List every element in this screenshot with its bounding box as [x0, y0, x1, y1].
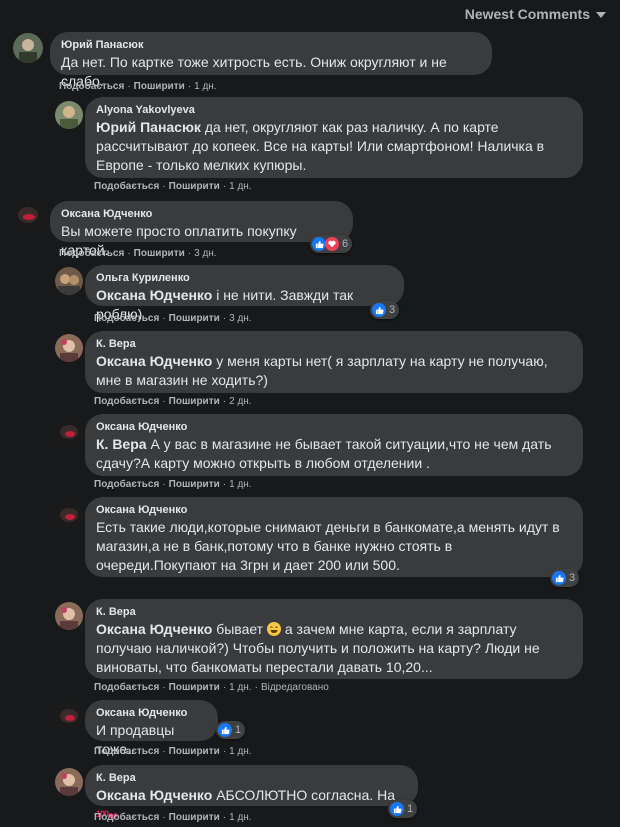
avatar[interactable]: [55, 334, 83, 362]
comment-time[interactable]: 3 дн.: [229, 313, 251, 324]
reactions-count[interactable]: 3: [370, 301, 400, 319]
like-button[interactable]: Подобається: [94, 181, 159, 192]
mention-link[interactable]: Оксана Юдченко: [96, 287, 212, 303]
comment-author[interactable]: К. Вера: [96, 772, 406, 785]
mention-link[interactable]: Оксана Юдченко: [96, 787, 212, 803]
like-button[interactable]: Подобається: [59, 81, 124, 92]
comment-time[interactable]: 1 дн.: [229, 746, 251, 757]
avatar[interactable]: [55, 418, 83, 446]
reactions-count[interactable]: 3: [550, 569, 580, 587]
mention-link[interactable]: К. Вера: [96, 436, 147, 452]
comment-bubble: Оксана Юдченко И продавцы тоже..: [85, 700, 218, 757]
comment-author[interactable]: Юрий Панасюк: [61, 39, 480, 52]
comment-actions: Подобається · Поширити · 3 дн.: [59, 248, 217, 259]
like-button[interactable]: Подобається: [94, 812, 159, 823]
avatar[interactable]: [55, 768, 83, 796]
comment-author[interactable]: Оксана Юдченко: [61, 208, 341, 221]
share-button[interactable]: Поширити: [169, 682, 220, 693]
comment-author[interactable]: Alyona Yakovlyeva: [96, 104, 571, 117]
like-reaction-icon: [218, 723, 232, 737]
like-button[interactable]: Подобається: [94, 682, 159, 693]
comment-author[interactable]: Ольга Куриленко: [96, 272, 392, 285]
comment-bubble: Ольга Куриленко Оксана Юдченко і не нити…: [85, 265, 404, 322]
avatar[interactable]: [13, 33, 43, 63]
comment-author[interactable]: Оксана Юдченко: [96, 504, 571, 517]
share-button[interactable]: Поширити: [169, 812, 220, 823]
laughing-emoji-icon: [266, 622, 281, 636]
comment-author[interactable]: К. Вера: [96, 606, 571, 619]
love-reaction-icon: [325, 237, 339, 251]
reaction-count: 1: [235, 724, 242, 736]
comment-bubble: Юрий Панасюк Да нет. По картке тоже хитр…: [50, 32, 492, 89]
share-button[interactable]: Поширити: [134, 248, 185, 259]
comment-actions: Подобається · Поширити · 1 дн.: [59, 81, 217, 92]
comment-bubble: К. Вера Оксана Юдченко бывает а зачем мн…: [85, 599, 583, 679]
comment-time[interactable]: 1 дн.: [194, 81, 216, 92]
comment-actions: Подобається · Поширити · 1 дн. · Відредаговано: [94, 682, 329, 693]
comment-author[interactable]: Оксана Юдченко: [96, 707, 206, 720]
comment-time[interactable]: 1 дн.: [229, 181, 251, 192]
avatar[interactable]: [55, 267, 83, 295]
comment-bubble: К. Вера Оксана Юдченко АБСОЛЮТНО согласн…: [85, 765, 418, 824]
share-button[interactable]: Поширити: [134, 81, 185, 92]
sort-label: Newest Comments: [464, 6, 590, 22]
like-reaction-icon: [312, 237, 326, 251]
share-button[interactable]: Поширити: [169, 479, 220, 490]
sort-comments-dropdown[interactable]: Newest Comments: [465, 6, 606, 22]
comment-time[interactable]: 3 дн.: [194, 248, 216, 259]
like-reaction-icon: [390, 802, 404, 816]
reaction-count: 1: [407, 803, 414, 815]
share-button[interactable]: Поширити: [169, 746, 220, 757]
reaction-count: 3: [389, 304, 396, 316]
comment-time[interactable]: 2 дн.: [229, 396, 251, 407]
avatar[interactable]: [55, 702, 83, 730]
comment-bubble: К. Вера Оксана Юдченко у меня карты нет(…: [85, 331, 583, 393]
mention-link[interactable]: Оксана Юдченко: [96, 621, 212, 637]
comment-time[interactable]: 1 дн.: [229, 682, 251, 693]
like-reaction-icon: [372, 303, 386, 317]
comment-time[interactable]: 1 дн.: [229, 812, 251, 823]
avatar[interactable]: [55, 602, 83, 630]
mention-link[interactable]: Юрий Панасюк: [96, 119, 201, 135]
mention-link[interactable]: Оксана Юдченко: [96, 353, 212, 369]
comment-actions: Подобається · Поширити · 1 дн.: [94, 812, 252, 823]
reactions-count[interactable]: 1: [388, 800, 418, 818]
avatar[interactable]: [55, 101, 83, 129]
comment-bubble: Оксана Юдченко Есть такие люди,которые с…: [85, 497, 583, 577]
like-button[interactable]: Подобається: [94, 313, 159, 324]
comment-text: Оксана Юдченко бывает а зачем мне карта,…: [96, 621, 540, 675]
comment-bubble: Оксана Юдченко Вы можете просто оплатить…: [50, 201, 353, 258]
comment-actions: Подобається · Поширити · 2 дн.: [94, 396, 252, 407]
comment-author[interactable]: К. Вера: [96, 338, 571, 351]
reaction-count: 3: [569, 572, 576, 584]
comment-text: Есть такие люди,которые снимают деньги в…: [96, 519, 560, 573]
comment-text: К. Вера А у вас в магазине не бывает так…: [96, 436, 552, 471]
avatar[interactable]: [13, 200, 43, 230]
share-button[interactable]: Поширити: [169, 181, 220, 192]
comment-actions: Подобається · Поширити · 3 дн.: [94, 313, 252, 324]
reactions-count[interactable]: 1: [216, 721, 246, 739]
reaction-count: 6: [342, 238, 349, 250]
comment-bubble: Alyona Yakovlyeva Юрий Панасюк да нет, о…: [85, 97, 583, 178]
like-button[interactable]: Подобається: [59, 248, 124, 259]
comment-bubble: Оксана Юдченко К. Вера А у вас в магазин…: [85, 414, 583, 476]
comment-text: Юрий Панасюк да нет, округляют как раз н…: [96, 119, 545, 173]
avatar[interactable]: [55, 501, 83, 529]
comment-time[interactable]: 1 дн.: [229, 479, 251, 490]
edited-label[interactable]: Відредаговано: [261, 682, 329, 693]
comment-actions: Подобається · Поширити · 1 дн.: [94, 479, 252, 490]
comment-text: Оксана Юдченко у меня карты нет( я зарпл…: [96, 353, 548, 388]
caret-down-icon: [596, 12, 606, 18]
comment-actions: Подобається · Поширити · 1 дн.: [94, 746, 252, 757]
like-button[interactable]: Подобається: [94, 396, 159, 407]
like-button[interactable]: Подобається: [94, 479, 159, 490]
share-button[interactable]: Поширити: [169, 396, 220, 407]
comment-actions: Подобається · Поширити · 1 дн.: [94, 181, 252, 192]
like-button[interactable]: Подобається: [94, 746, 159, 757]
comment-author[interactable]: Оксана Юдченко: [96, 421, 571, 434]
share-button[interactable]: Поширити: [169, 313, 220, 324]
like-reaction-icon: [552, 571, 566, 585]
reactions-count[interactable]: 6: [310, 235, 353, 253]
